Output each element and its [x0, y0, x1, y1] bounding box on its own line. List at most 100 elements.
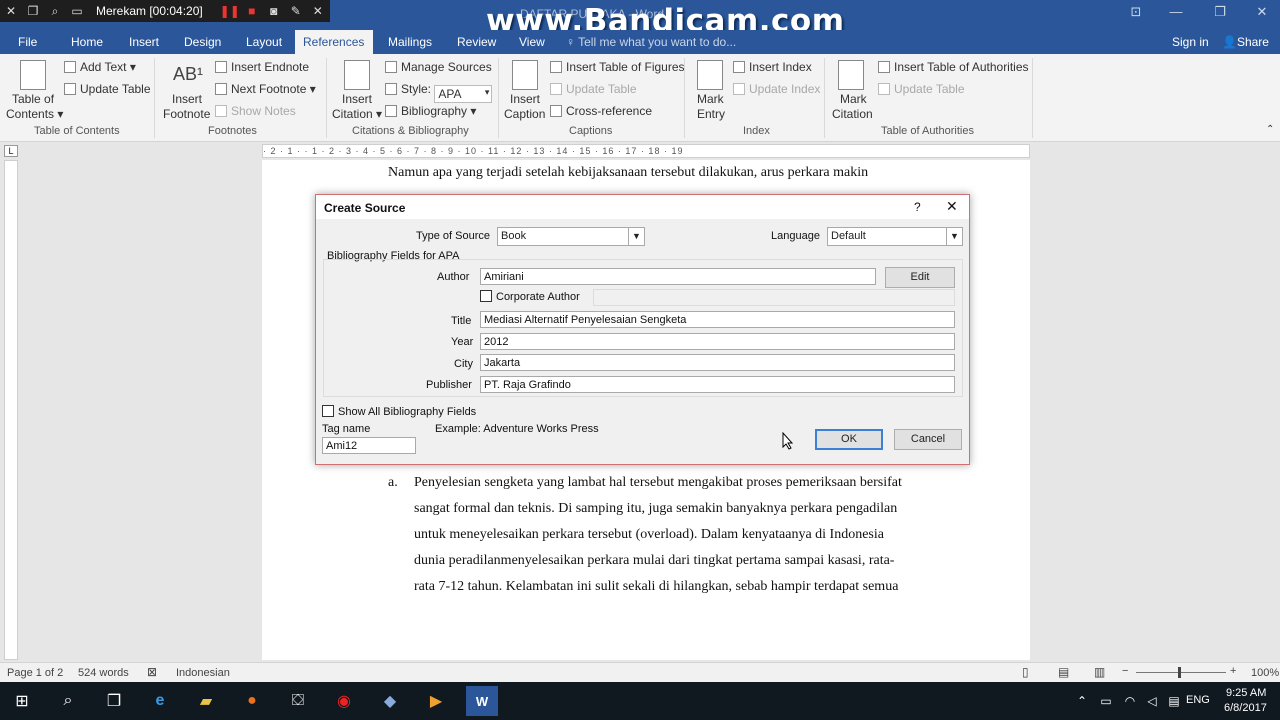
bibliography-button[interactable]: Bibliography ▾	[385, 104, 476, 118]
word-app-icon[interactable]: W	[466, 686, 498, 716]
task-view-icon[interactable]: ❐	[98, 686, 130, 716]
insert-footnote-line1[interactable]: Insert	[172, 92, 202, 106]
tab-insert[interactable]: Insert	[121, 30, 167, 54]
tab-design[interactable]: Design	[176, 30, 229, 54]
insert-table-of-authorities-button[interactable]: Insert Table of Authorities	[878, 60, 1029, 74]
print-layout-icon[interactable]: ▤	[1058, 665, 1069, 679]
media-player-icon[interactable]: ▶	[420, 686, 452, 716]
mark-citation-button[interactable]: Citation	[832, 107, 873, 121]
tab-file[interactable]: File	[10, 30, 45, 54]
input-language[interactable]: ENG	[1186, 694, 1210, 706]
word-count[interactable]: 524 words	[78, 667, 129, 679]
restore-icon[interactable]: ❐	[22, 0, 44, 22]
insert-index-button[interactable]: Insert Index	[733, 60, 812, 74]
tab-home[interactable]: Home	[63, 30, 111, 54]
publisher-field[interactable]: PT. Raja Grafindo	[480, 376, 955, 393]
cross-reference-button[interactable]: Cross-reference	[550, 104, 652, 118]
year-field[interactable]: 2012	[480, 333, 955, 350]
insert-endnote-button[interactable]: Insert Endnote	[215, 60, 309, 74]
toc-button[interactable]: Contents ▾	[6, 107, 63, 121]
tag-name-field[interactable]: Ami12	[322, 437, 416, 454]
zoom-in-icon[interactable]: +	[1230, 665, 1236, 677]
maximize-icon[interactable]: ❐	[1208, 4, 1232, 24]
insert-caption-button[interactable]: Caption	[504, 107, 545, 121]
collapse-ribbon-icon[interactable]: ⌃	[1266, 124, 1274, 135]
close-icon[interactable]: ✕	[0, 0, 22, 22]
pencil-icon[interactable]: ✎	[285, 0, 307, 22]
author-field[interactable]: Amiriani	[480, 268, 876, 285]
pause-icon[interactable]: ❚❚	[219, 0, 241, 22]
update-table-button[interactable]: Update Table	[64, 82, 151, 96]
clock-time[interactable]: 9:25 AM	[1226, 687, 1266, 699]
insert-table-of-figures-button[interactable]: Insert Table of Figures	[550, 60, 685, 74]
close-recorder-icon[interactable]: ✕	[307, 0, 329, 22]
tell-me-box[interactable]: ♀ Tell me what you want to do...	[566, 35, 736, 49]
tab-selector-icon[interactable]: L	[4, 145, 18, 157]
file-explorer-icon[interactable]: ▰	[190, 686, 222, 716]
mark-citation-line1[interactable]: Mark	[840, 92, 867, 106]
update-figures-table-button[interactable]: Update Table	[550, 82, 637, 96]
show-all-fields-checkbox[interactable]	[322, 405, 334, 417]
proofing-icon[interactable]: ⊠	[147, 665, 157, 679]
horizontal-ruler[interactable]: · 2 · 1 · · 1 · 2 · 3 · 4 · 5 · 6 · 7 · …	[262, 144, 1030, 158]
sign-in-link[interactable]: Sign in	[1172, 35, 1209, 49]
read-mode-icon[interactable]: ▯	[1022, 665, 1029, 679]
tab-review[interactable]: Review	[449, 30, 504, 54]
tab-references[interactable]: References	[295, 30, 373, 54]
zoom-slider-thumb[interactable]	[1178, 667, 1181, 678]
language-select[interactable]: Default ▼	[827, 227, 963, 246]
insert-citation-line1[interactable]: Insert	[342, 92, 372, 106]
mark-entry-button[interactable]: Entry	[697, 107, 725, 121]
language-status[interactable]: Indonesian	[176, 667, 230, 679]
camera-icon[interactable]: ◙	[263, 0, 285, 22]
edge-icon[interactable]: e	[144, 686, 176, 716]
cancel-button[interactable]: Cancel	[894, 429, 962, 450]
toc-button-line1[interactable]: Table of	[12, 92, 54, 106]
references-ribbon: Table of Contents ▾ Add Text ▾ Update Ta…	[0, 54, 1280, 142]
ribbon-display-icon[interactable]: ⊡	[1124, 4, 1148, 24]
window-select-icon[interactable]: ▭	[66, 0, 88, 22]
insert-footnote-button[interactable]: Footnote	[163, 107, 210, 121]
windows-start-icon[interactable]: ⊞	[6, 686, 38, 716]
mark-entry-line1[interactable]: Mark	[697, 92, 724, 106]
bandicam-icon[interactable]: ◉	[328, 686, 360, 716]
clock-date[interactable]: 6/8/2017	[1224, 702, 1267, 714]
corporate-author-checkbox[interactable]	[480, 290, 492, 302]
tab-view[interactable]: View	[511, 30, 553, 54]
web-layout-icon[interactable]: ▥	[1094, 665, 1105, 679]
share-button[interactable]: 👤Share	[1222, 35, 1269, 49]
search-icon[interactable]: ⌕	[44, 0, 66, 22]
minimize-icon[interactable]: —	[1164, 4, 1188, 24]
close-window-icon[interactable]: ✕	[1250, 4, 1274, 24]
title-field[interactable]: Mediasi Alternatif Penyelesaian Sengketa	[480, 311, 955, 328]
close-icon[interactable]: ✕	[946, 198, 958, 215]
next-footnote-button[interactable]: Next Footnote ▾	[215, 82, 316, 96]
search-icon[interactable]: ⌕	[52, 686, 84, 716]
vertical-ruler[interactable]	[4, 160, 18, 660]
help-icon[interactable]: ?	[914, 200, 921, 214]
store-icon[interactable]: ⛋	[282, 686, 314, 716]
update-toa-button[interactable]: Update Table	[878, 82, 965, 96]
zoom-level[interactable]: 100%	[1251, 667, 1279, 679]
show-notes-button[interactable]: Show Notes	[215, 104, 296, 118]
style-dropdown[interactable]: APA ▾	[434, 85, 493, 103]
tab-layout[interactable]: Layout	[238, 30, 290, 54]
tab-mailings[interactable]: Mailings	[380, 30, 440, 54]
zoom-out-icon[interactable]: −	[1122, 665, 1128, 677]
type-of-source-select[interactable]: Book ▼	[497, 227, 645, 246]
stop-icon[interactable]: ■	[241, 0, 263, 22]
city-field[interactable]: Jakarta	[480, 354, 955, 371]
edit-button[interactable]: Edit	[885, 267, 955, 288]
zoom-slider[interactable]	[1136, 672, 1226, 673]
notes-app-icon[interactable]: ◆	[374, 686, 406, 716]
add-text-button[interactable]: Add Text ▾	[64, 60, 136, 74]
insert-citation-button[interactable]: Citation ▾	[332, 107, 382, 121]
page-count[interactable]: Page 1 of 2	[7, 667, 63, 679]
update-index-button[interactable]: Update Index	[733, 82, 820, 96]
manage-sources-button[interactable]: Manage Sources	[385, 60, 492, 74]
firefox-icon[interactable]: ●	[236, 686, 268, 716]
ok-button[interactable]: OK	[815, 429, 883, 450]
style-selector[interactable]: Style: APA ▾	[385, 82, 493, 103]
insert-caption-line1[interactable]: Insert	[510, 92, 540, 106]
vertical-scrollbar[interactable]	[1266, 142, 1280, 660]
